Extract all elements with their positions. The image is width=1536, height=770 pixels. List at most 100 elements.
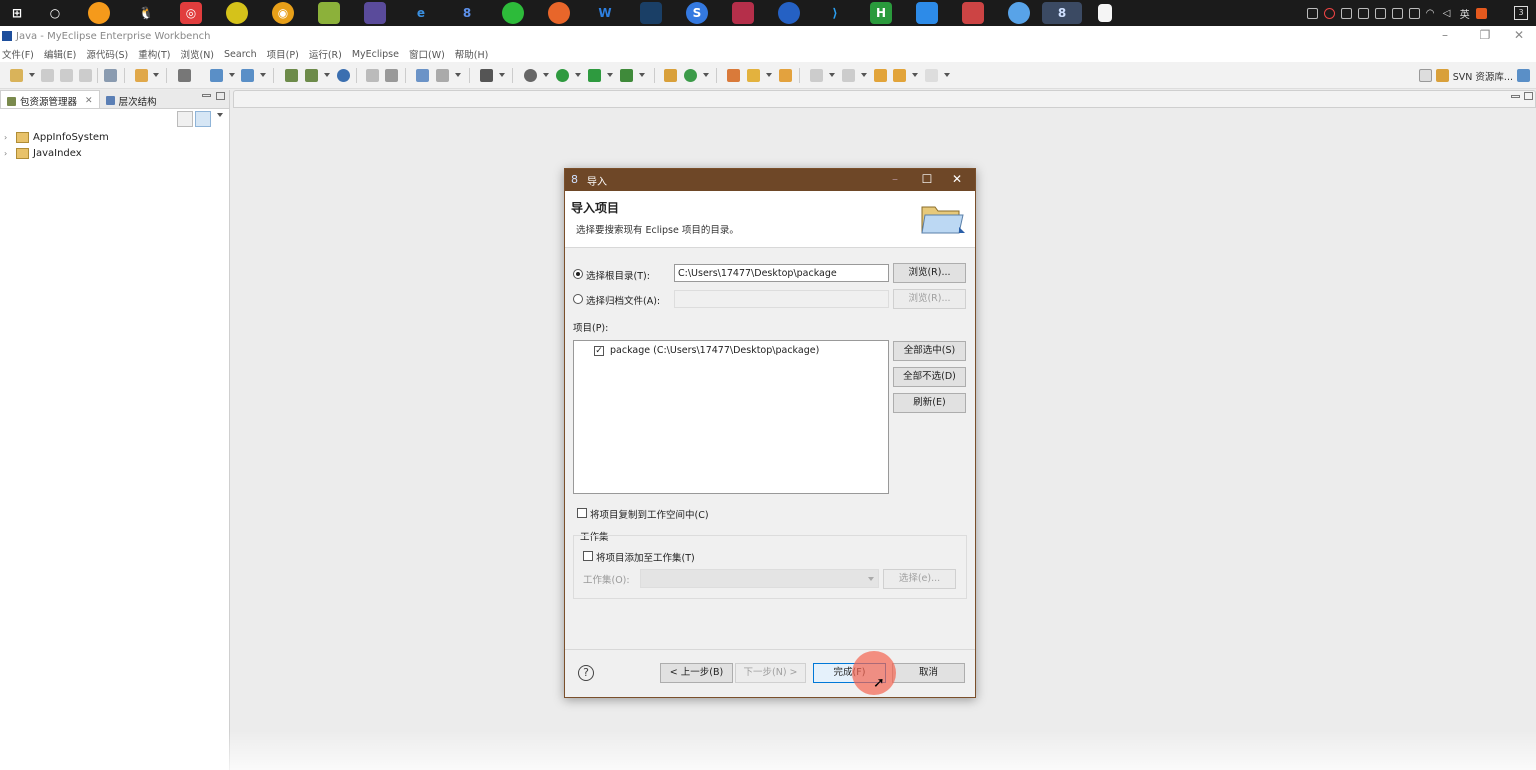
deselect-all-button[interactable]: 全部不选(D) bbox=[893, 367, 966, 387]
maximize-view-icon[interactable] bbox=[1524, 92, 1533, 100]
app-blue-icon[interactable] bbox=[778, 2, 800, 24]
firefox-icon[interactable] bbox=[548, 2, 570, 24]
chevron-down-icon[interactable] bbox=[153, 73, 159, 77]
photo-app-icon[interactable] bbox=[962, 2, 984, 24]
run-external-icon[interactable] bbox=[588, 69, 601, 82]
tray-app-icon[interactable] bbox=[1391, 7, 1403, 19]
chevron-down-icon[interactable] bbox=[829, 73, 835, 77]
chevron-down-icon[interactable] bbox=[861, 73, 867, 77]
menu-file[interactable]: 文件(F) bbox=[2, 47, 34, 61]
next-button[interactable]: 下一步(N) > bbox=[735, 663, 806, 683]
prev-annotation-icon[interactable] bbox=[842, 69, 855, 82]
qq-icon[interactable]: 🐧 bbox=[135, 2, 157, 24]
nav-icon[interactable] bbox=[385, 69, 398, 82]
debug-icon[interactable] bbox=[524, 69, 537, 82]
chevron-right-icon[interactable]: › bbox=[4, 133, 14, 142]
tray-app-icon[interactable] bbox=[1323, 7, 1335, 19]
maximize-icon[interactable]: ☐ bbox=[911, 169, 943, 191]
document-icon[interactable] bbox=[1098, 4, 1112, 22]
myeclipse-active-icon[interactable]: 8 bbox=[1042, 2, 1082, 24]
minimize-icon[interactable]: – bbox=[1428, 26, 1462, 46]
open-perspective-icon[interactable] bbox=[1418, 69, 1432, 82]
root-dir-radio[interactable] bbox=[573, 269, 583, 279]
menu-project[interactable]: 项目(P) bbox=[267, 47, 299, 61]
chevron-down-icon[interactable] bbox=[639, 73, 645, 77]
battery-icon[interactable] bbox=[1408, 7, 1420, 19]
chrome-icon[interactable]: ◉ bbox=[272, 2, 294, 24]
task-icon[interactable] bbox=[779, 69, 792, 82]
wizard-icon[interactable] bbox=[210, 69, 223, 82]
search-icon[interactable] bbox=[436, 69, 449, 82]
wechat-icon[interactable] bbox=[502, 2, 524, 24]
close-icon[interactable]: ✕ bbox=[85, 96, 93, 106]
menu-run[interactable]: 运行(R) bbox=[309, 47, 342, 61]
cortana-icon[interactable]: ○ bbox=[44, 2, 66, 24]
last-edit-icon[interactable] bbox=[874, 69, 887, 82]
chevron-down-icon[interactable] bbox=[703, 73, 709, 77]
sogou-input-icon[interactable] bbox=[1475, 7, 1487, 19]
archive-input[interactable] bbox=[674, 290, 889, 308]
coverage-icon[interactable] bbox=[620, 69, 633, 82]
chevron-down-icon[interactable] bbox=[260, 73, 266, 77]
chevron-down-icon[interactable] bbox=[324, 73, 330, 77]
refresh-icon[interactable] bbox=[684, 69, 697, 82]
select-all-button[interactable]: 全部选中(S) bbox=[893, 341, 966, 361]
app-icon[interactable] bbox=[226, 2, 248, 24]
list-item[interactable]: ✓ package (C:\Users\17477\Desktop\packag… bbox=[594, 345, 819, 356]
console-icon[interactable] bbox=[480, 69, 493, 82]
menu-myeclipse[interactable]: MyEclipse bbox=[352, 49, 399, 60]
chevron-down-icon[interactable] bbox=[543, 73, 549, 77]
wifi-icon[interactable]: ◠ bbox=[1426, 8, 1437, 19]
back-icon[interactable] bbox=[893, 69, 906, 82]
deploy-icon[interactable] bbox=[104, 69, 117, 82]
link-with-editor-icon[interactable] bbox=[195, 111, 211, 127]
minimize-view-icon[interactable] bbox=[1511, 95, 1520, 98]
project-checkbox[interactable]: ✓ bbox=[594, 345, 604, 356]
open-type-icon[interactable] bbox=[416, 69, 429, 82]
close-icon[interactable]: ✕ bbox=[1502, 26, 1536, 46]
myeclipse-icon[interactable]: 8 bbox=[456, 2, 478, 24]
chevron-down-icon[interactable] bbox=[944, 73, 950, 77]
microphone-icon[interactable] bbox=[1374, 7, 1386, 19]
back-button[interactable]: < 上一步(B) bbox=[660, 663, 733, 683]
tree-item[interactable]: › JavaIndex bbox=[0, 145, 229, 161]
globe-icon[interactable] bbox=[337, 69, 350, 82]
hash-icon[interactable] bbox=[664, 69, 677, 82]
notepad-icon[interactable] bbox=[318, 2, 340, 24]
clock[interactable] bbox=[1493, 9, 1508, 18]
cloud-icon[interactable] bbox=[1008, 2, 1030, 24]
menu-window[interactable]: 窗口(W) bbox=[409, 47, 445, 61]
chevron-down-icon[interactable] bbox=[766, 73, 772, 77]
menu-help[interactable]: 帮助(H) bbox=[455, 47, 489, 61]
tray-app-icon[interactable] bbox=[1340, 7, 1352, 19]
save-all-icon[interactable] bbox=[60, 69, 73, 82]
chevron-down-icon[interactable] bbox=[607, 73, 613, 77]
browse-root-button[interactable]: 浏览(R)... bbox=[893, 263, 966, 283]
perspective-svn[interactable]: SVN 资源库... bbox=[1453, 69, 1513, 83]
menu-search[interactable]: Search bbox=[224, 49, 257, 60]
wizard-icon[interactable] bbox=[241, 69, 254, 82]
pen-icon[interactable] bbox=[747, 69, 760, 82]
menu-source[interactable]: 源代码(S) bbox=[86, 47, 128, 61]
view-menu-icon[interactable] bbox=[217, 113, 223, 117]
java-perspective-icon[interactable] bbox=[1517, 69, 1530, 82]
close-icon[interactable]: ✕ bbox=[941, 169, 973, 191]
class-icon[interactable] bbox=[305, 69, 318, 82]
server-icon[interactable] bbox=[135, 69, 148, 82]
nav-icon[interactable] bbox=[366, 69, 379, 82]
copy-to-workspace-checkbox[interactable] bbox=[577, 508, 587, 518]
restore-icon[interactable]: ❐ bbox=[1468, 26, 1502, 46]
save-icon[interactable] bbox=[41, 69, 54, 82]
forward-icon[interactable] bbox=[925, 69, 938, 82]
edge-icon[interactable]: e bbox=[410, 2, 432, 24]
sogou-icon[interactable]: S bbox=[686, 2, 708, 24]
maximize-view-icon[interactable] bbox=[216, 92, 225, 100]
chevron-down-icon[interactable] bbox=[912, 73, 918, 77]
print-icon[interactable] bbox=[79, 69, 92, 82]
chevron-right-icon[interactable]: › bbox=[4, 149, 14, 158]
chevron-down-icon[interactable] bbox=[455, 73, 461, 77]
overwatch-icon[interactable] bbox=[88, 2, 110, 24]
refresh-button[interactable]: 刷新(E) bbox=[893, 393, 966, 413]
package-icon[interactable] bbox=[285, 69, 298, 82]
tray-app-icon[interactable] bbox=[1306, 7, 1318, 19]
